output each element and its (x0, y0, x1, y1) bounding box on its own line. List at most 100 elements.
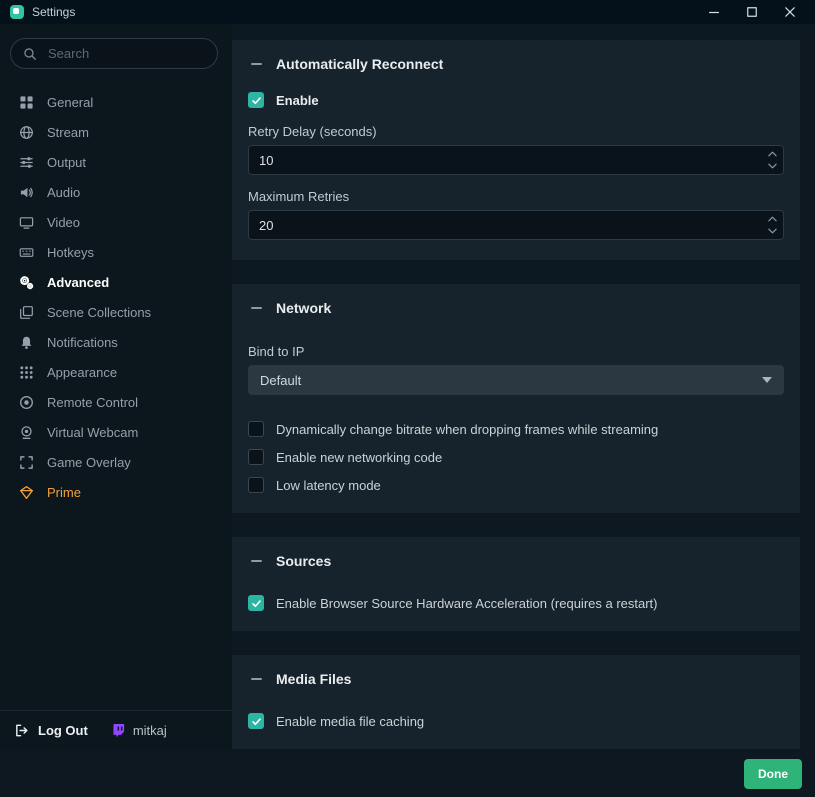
settings-window: Settings General (0, 0, 815, 797)
enable-reconnect-checkbox[interactable] (248, 92, 264, 108)
logout-button[interactable]: Log Out (14, 723, 88, 738)
sliders-icon (18, 154, 34, 170)
sidebar-item-prime[interactable]: Prime (0, 477, 232, 507)
section-title: Media Files (276, 671, 351, 687)
browser-hw-accel-checkbox[interactable] (248, 595, 264, 611)
sidebar-item-label: Game Overlay (47, 455, 131, 470)
search-input[interactable] (46, 45, 205, 62)
minimize-button[interactable] (699, 0, 729, 24)
sidebar-item-label: Hotkeys (47, 245, 94, 260)
logout-label: Log Out (38, 723, 88, 738)
low-latency-checkbox-row: Low latency mode (248, 477, 784, 493)
spinner-down-icon[interactable] (768, 161, 777, 171)
max-retries-field (248, 210, 784, 240)
spinner-up-icon[interactable] (768, 149, 777, 159)
prime-diamond-icon (18, 484, 34, 500)
new-networking-checkbox[interactable] (248, 449, 264, 465)
section-header: Network (248, 300, 784, 316)
bind-ip-label: Bind to IP (248, 344, 784, 359)
sidebar-item-notifications[interactable]: Notifications (0, 327, 232, 357)
sidebar-item-game-overlay[interactable]: Game Overlay (0, 447, 232, 477)
sidebar-item-audio[interactable]: Audio (0, 177, 232, 207)
dots-grid-icon (18, 364, 34, 380)
sidebar-item-label: Notifications (47, 335, 118, 350)
enable-reconnect-checkbox-row: Enable (248, 92, 784, 108)
close-icon (785, 7, 795, 17)
retry-delay-input[interactable] (248, 145, 784, 175)
section-media-files: Media Files Enable media file caching (232, 655, 800, 749)
twitch-account[interactable]: mitkaj (111, 723, 167, 738)
max-retries-input[interactable] (248, 210, 784, 240)
done-button[interactable]: Done (744, 759, 802, 789)
sidebar-item-label: Remote Control (47, 395, 138, 410)
globe-icon (18, 124, 34, 140)
corners-icon (18, 454, 34, 470)
media-caching-checkbox-row: Enable media file caching (248, 713, 784, 729)
sidebar-item-label: Advanced (47, 275, 109, 290)
spinner-up-icon[interactable] (768, 214, 777, 224)
dynamic-bitrate-checkbox[interactable] (248, 421, 264, 437)
sidebar-item-label: Audio (47, 185, 80, 200)
chevron-down-icon (762, 377, 772, 383)
collapse-icon[interactable] (248, 671, 264, 687)
sidebar-item-label: Appearance (47, 365, 117, 380)
bind-ip-value: Default (260, 373, 301, 388)
settings-content: Automatically Reconnect Enable Retry Del… (232, 24, 815, 750)
keyboard-icon (18, 244, 34, 260)
check-icon (251, 95, 262, 106)
section-header: Sources (248, 553, 784, 569)
sidebar-item-advanced[interactable]: Advanced (0, 267, 232, 297)
bell-icon (18, 334, 34, 350)
collapse-icon[interactable] (248, 56, 264, 72)
sidebar-item-label: Virtual Webcam (47, 425, 138, 440)
footer-bar: Done (0, 750, 815, 797)
enable-reconnect-label: Enable (276, 93, 319, 108)
collapse-icon[interactable] (248, 553, 264, 569)
close-button[interactable] (775, 0, 805, 24)
section-header: Automatically Reconnect (248, 56, 784, 72)
sidebar-item-label: Prime (47, 485, 81, 500)
sidebar-item-general[interactable]: General (0, 87, 232, 117)
sidebar-item-label: Stream (47, 125, 89, 140)
media-caching-checkbox[interactable] (248, 713, 264, 729)
dynamic-bitrate-label: Dynamically change bitrate when dropping… (276, 422, 658, 437)
section-title: Sources (276, 553, 331, 569)
sidebar-item-output[interactable]: Output (0, 147, 232, 177)
check-icon (251, 598, 262, 609)
section-title: Automatically Reconnect (276, 56, 443, 72)
monitor-icon (18, 214, 34, 230)
dynamic-bitrate-checkbox-row: Dynamically change bitrate when dropping… (248, 421, 784, 437)
new-networking-label: Enable new networking code (276, 450, 442, 465)
bind-ip-dropdown[interactable]: Default (248, 365, 784, 395)
search-box[interactable] (10, 38, 218, 69)
collapse-icon[interactable] (248, 300, 264, 316)
twitch-icon (111, 723, 126, 738)
speaker-icon (18, 184, 34, 200)
settings-sidebar: General Stream Output Audio Video (0, 24, 232, 750)
retry-delay-label: Retry Delay (seconds) (248, 124, 784, 139)
target-icon (18, 394, 34, 410)
search-area (0, 24, 232, 77)
sidebar-item-appearance[interactable]: Appearance (0, 357, 232, 387)
section-sources: Sources Enable Browser Source Hardware A… (232, 537, 800, 631)
sidebar-item-scene-collections[interactable]: Scene Collections (0, 297, 232, 327)
logout-icon (14, 723, 29, 738)
settings-nav: General Stream Output Audio Video (0, 77, 232, 710)
sidebar-item-remote-control[interactable]: Remote Control (0, 387, 232, 417)
sidebar-item-stream[interactable]: Stream (0, 117, 232, 147)
sidebar-item-label: Video (47, 215, 80, 230)
window-title: Settings (32, 5, 75, 19)
max-retries-spinner (768, 214, 777, 236)
gears-icon (18, 274, 34, 290)
low-latency-checkbox[interactable] (248, 477, 264, 493)
sidebar-item-hotkeys[interactable]: Hotkeys (0, 237, 232, 267)
sidebar-item-virtual-webcam[interactable]: Virtual Webcam (0, 417, 232, 447)
maximize-button[interactable] (737, 0, 767, 24)
section-title: Network (276, 300, 331, 316)
section-network: Network Bind to IP Default Dynamically c… (232, 284, 800, 513)
collection-icon (18, 304, 34, 320)
sidebar-item-label: General (47, 95, 93, 110)
spinner-down-icon[interactable] (768, 226, 777, 236)
sidebar-item-video[interactable]: Video (0, 207, 232, 237)
browser-hw-accel-checkbox-row: Enable Browser Source Hardware Accelerat… (248, 595, 784, 611)
